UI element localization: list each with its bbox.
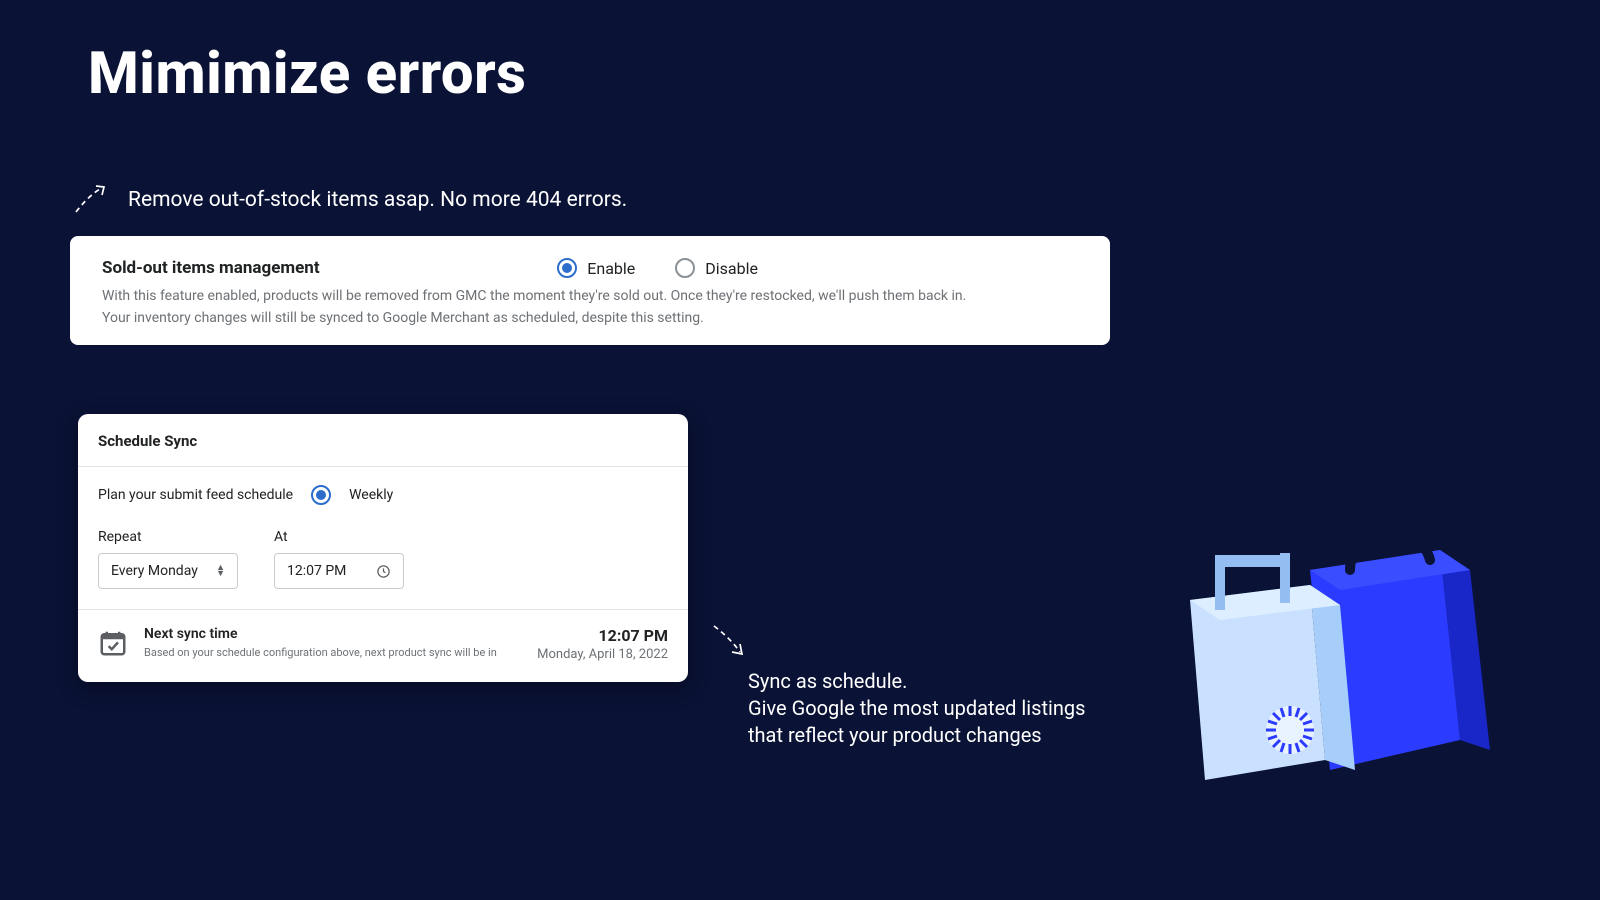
next-sync-title: Next sync time [144,626,497,642]
time-value: 12:07 PM [287,563,346,579]
radio-selected-icon [316,490,326,500]
arrow-doodle-icon [72,180,112,220]
soldout-desc-line2: Your inventory changes will still be syn… [102,308,1078,330]
clock-icon [376,564,391,579]
soldout-radio-group: Enable Disable [557,258,758,278]
subtitle-text: Remove out-of-stock items asap. No more … [128,188,627,212]
weekly-radio[interactable] [311,485,331,505]
soldout-title: Sold-out items management [102,258,320,278]
page-title: Mimimize errors [88,40,526,108]
enable-label: Enable [587,259,635,278]
at-field: At 12:07 PM [274,529,404,589]
blurb-line1: Sync as schedule. [748,668,1088,695]
subtitle-row: Remove out-of-stock items asap. No more … [72,180,627,220]
repeat-label: Repeat [98,529,238,545]
next-sync-time: 12:07 PM [537,626,668,645]
schedule-card: Schedule Sync Plan your submit feed sche… [78,414,688,682]
sync-blurb: Sync as schedule. Give Google the most u… [748,668,1088,749]
blurb-line2: Give Google the most updated listings th… [748,695,1088,749]
schedule-title: Schedule Sync [78,414,688,467]
repeat-value: Every Monday [111,563,198,579]
enable-radio[interactable]: Enable [557,258,635,278]
repeat-select[interactable]: Every Monday ▲▼ [98,553,238,589]
soldout-desc-line1: With this feature enabled, products will… [102,286,1078,308]
next-sync-date: Monday, April 18, 2022 [537,647,668,662]
at-label: At [274,529,404,545]
plan-label: Plan your submit feed schedule [98,487,293,503]
arrow-doodle-icon [710,622,752,668]
shopping-bags-icon [1150,500,1490,800]
calendar-check-icon [98,628,128,658]
soldout-description: With this feature enabled, products will… [102,286,1078,329]
radio-unselected-icon [675,258,695,278]
next-sync-sub: Based on your schedule configuration abo… [144,646,497,659]
disable-radio[interactable]: Disable [675,258,758,278]
soldout-card: Sold-out items management Enable Disable… [70,236,1110,345]
time-input[interactable]: 12:07 PM [274,553,404,589]
repeat-field: Repeat Every Monday ▲▼ [98,529,238,589]
select-chevrons-icon: ▲▼ [216,565,225,577]
disable-label: Disable [705,259,758,278]
frequency-label: Weekly [349,487,393,503]
plan-row: Plan your submit feed schedule Weekly [98,485,668,505]
radio-selected-icon [557,258,577,278]
